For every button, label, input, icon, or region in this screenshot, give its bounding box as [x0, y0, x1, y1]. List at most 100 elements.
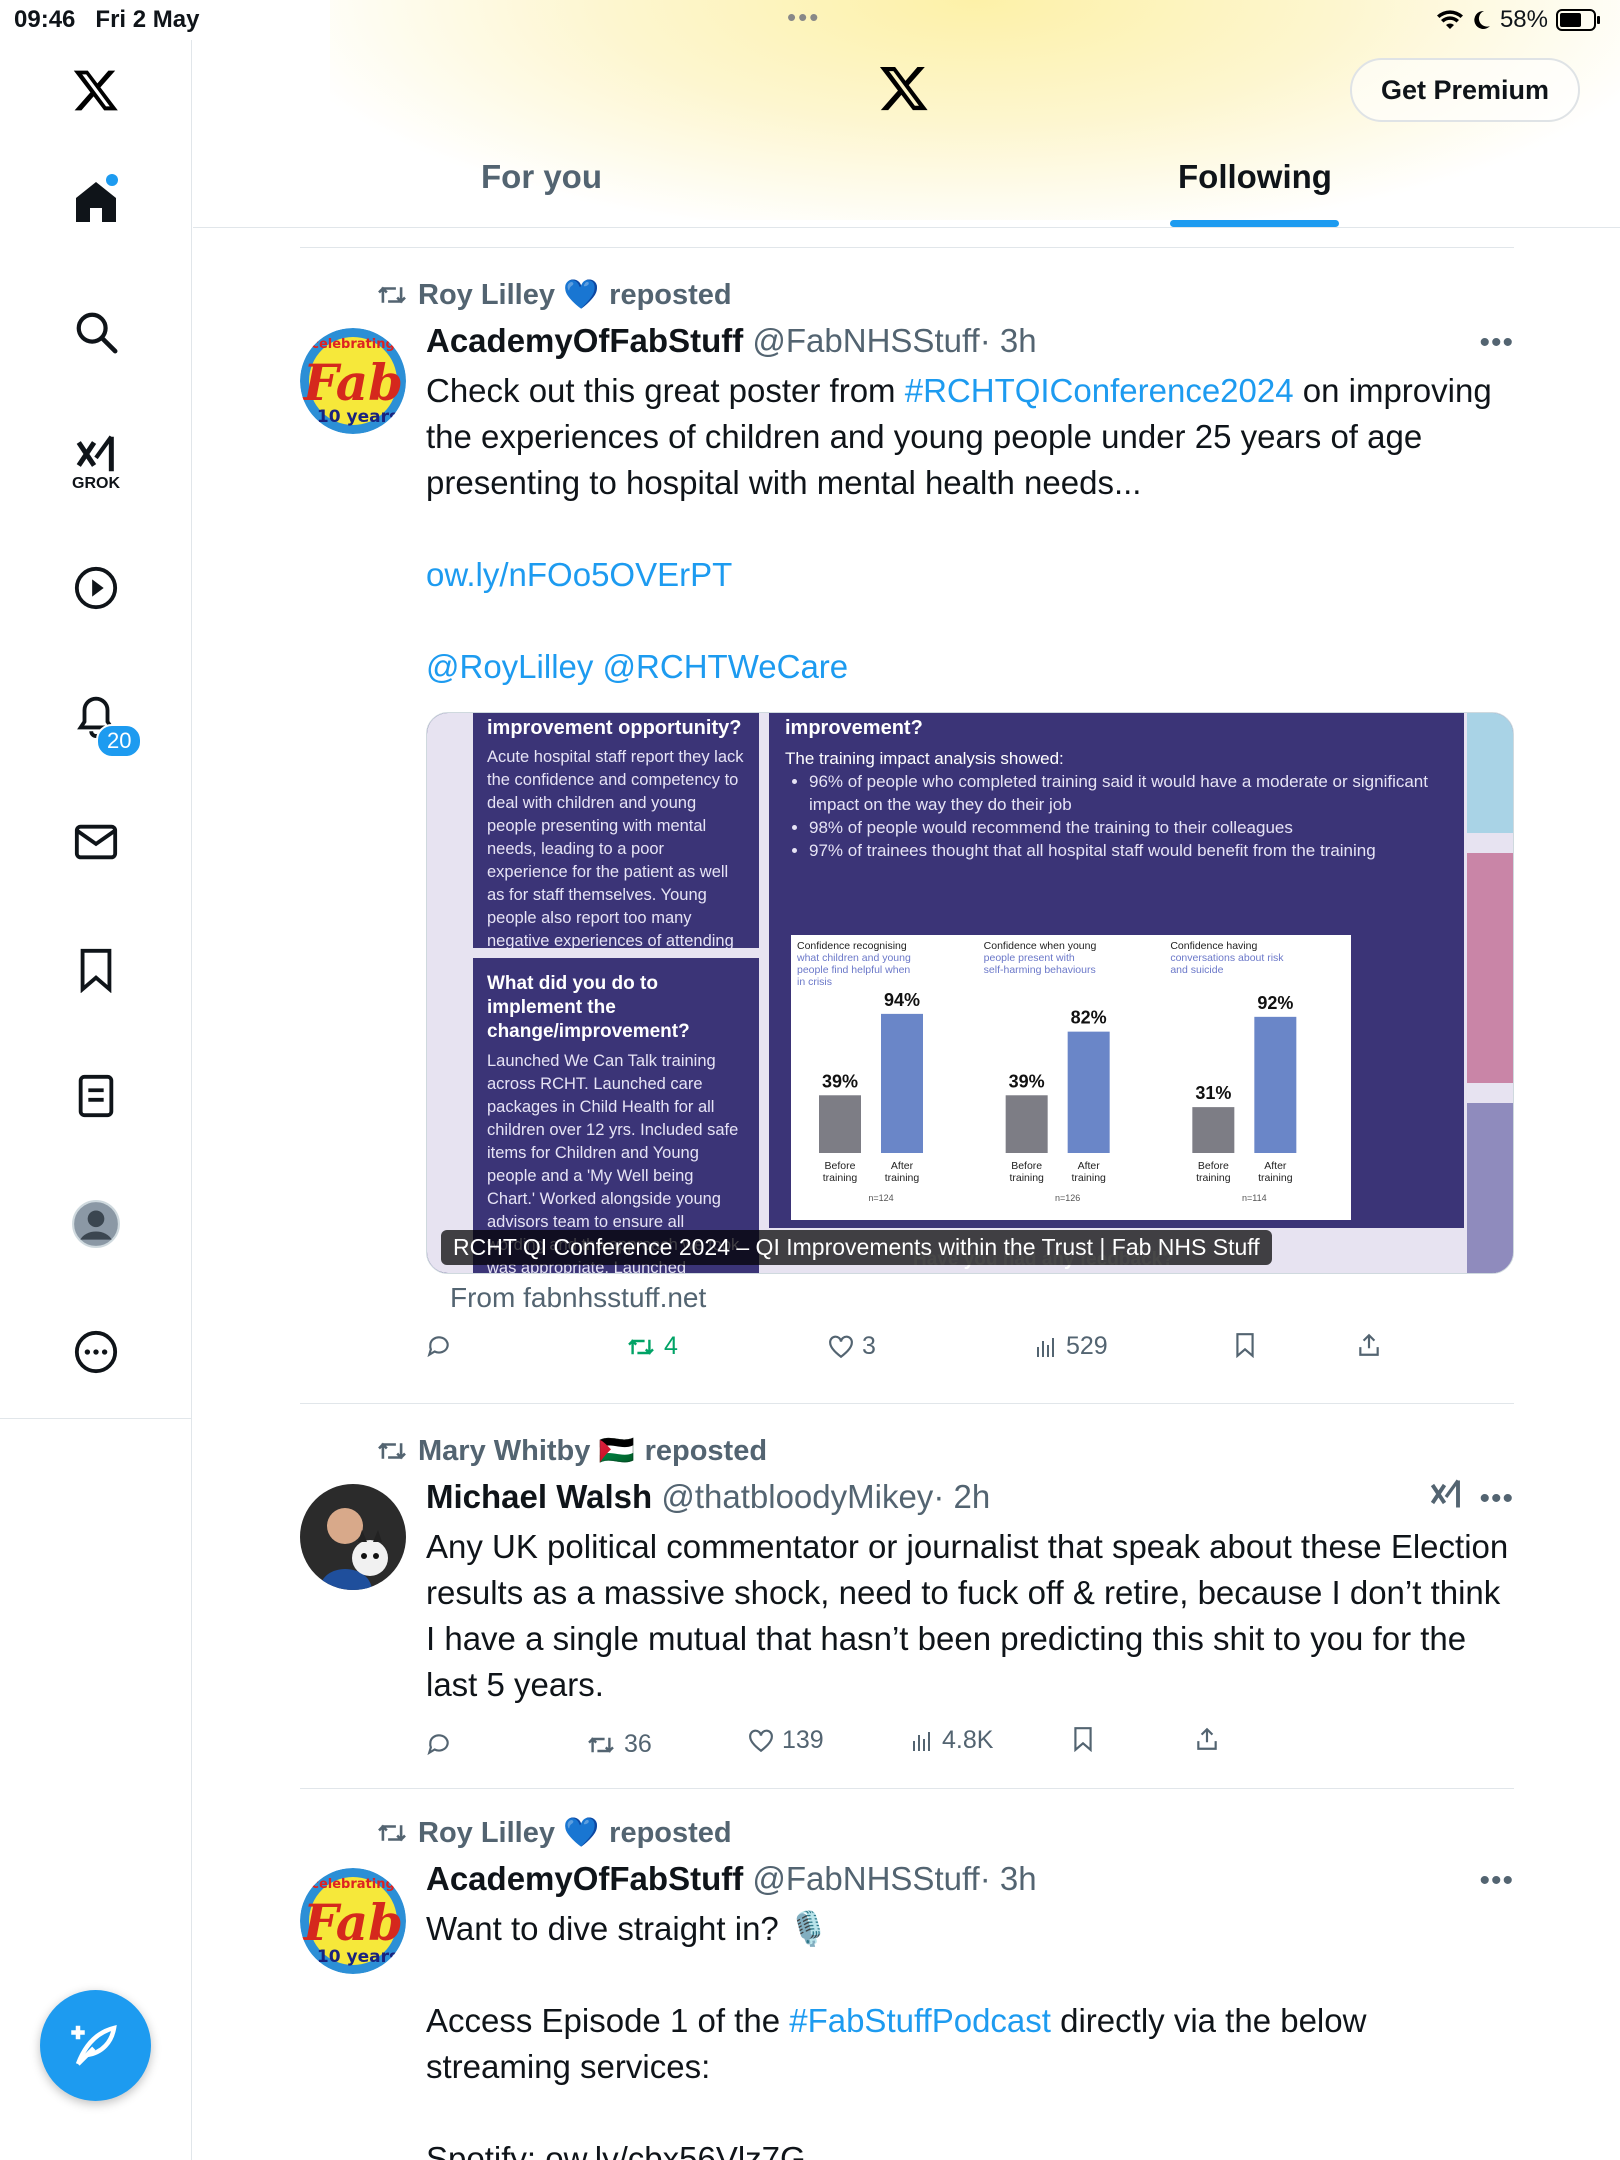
views-chart-icon — [1037, 1337, 1054, 1357]
post-text-part: Access Episode 1 of the — [426, 2002, 790, 2039]
reposter-name[interactable]: Mary Whitby 🇵🇸 — [418, 1434, 635, 1468]
avatar[interactable] — [300, 1484, 406, 1590]
post-text: Check out this great poster from #RCHTQI… — [426, 368, 1514, 506]
reply-button[interactable] — [426, 1730, 452, 1756]
post-text-intro: Want to dive straight in? 🎙️ — [426, 1910, 830, 1947]
view-count: 529 — [1066, 1332, 1108, 1360]
wifi-icon — [1436, 10, 1463, 29]
chart-category-label: training — [1196, 1172, 1231, 1184]
reposted-label: reposted — [609, 278, 732, 311]
share-icon — [1197, 1727, 1217, 1750]
post-academy-poster[interactable]: Roy Lilley 💙 reposted celebrating Fab 10… — [300, 270, 1514, 1400]
chart-category-label: training — [885, 1172, 920, 1184]
post-text-spotify[interactable]: Spotify: ow.ly/cbx56Vlz7G — [426, 2136, 1514, 2160]
views-button[interactable]: 4.8K — [910, 1726, 993, 1755]
chart-category-label: After — [1264, 1160, 1287, 1172]
reply-button[interactable] — [426, 1332, 452, 1358]
chart-value-label: 94% — [884, 990, 920, 1010]
poster-heading: What did you do to implement the change/… — [487, 973, 690, 1042]
chart-bar — [1005, 1095, 1048, 1153]
chart-sample-size: n=114 — [1242, 1193, 1267, 1203]
poster-bullet: 96% of people who completed training sai… — [809, 770, 1448, 816]
chart-value-label: 92% — [1257, 993, 1293, 1013]
repost-icon — [378, 286, 406, 304]
home-icon[interactable] — [58, 164, 134, 240]
author-handle[interactable]: @FabNHSStuff — [752, 1860, 979, 1897]
chart-title-line: people present with — [984, 952, 1075, 964]
chart-title-line: Confidence when young — [984, 940, 1097, 952]
url-text[interactable]: ow.ly/nFOo5OVErPT — [426, 556, 732, 593]
post-actions: 4 3 529 — [426, 1332, 1514, 1372]
repost-icon — [378, 1824, 406, 1842]
messages-envelope-icon[interactable] — [58, 804, 134, 880]
svg-text:10 years: 10 years — [317, 1947, 399, 1967]
poster-bullet: 97% of trainees thought that all hospita… — [809, 839, 1448, 862]
like-button[interactable]: 139 — [748, 1726, 824, 1755]
post-time: · 3h — [979, 322, 1037, 359]
post-mentions[interactable]: @RoyLilley @RCHTWeCare — [426, 644, 1514, 690]
status-bar: 09:46 Fri 2 May ••• 58% — [0, 0, 1620, 40]
like-button[interactable]: 3 — [828, 1332, 876, 1361]
compose-feather-icon — [70, 2024, 117, 2066]
grok-nav[interactable]: GROK — [58, 424, 134, 500]
get-premium-button[interactable]: Get Premium — [1350, 58, 1580, 122]
repost-button[interactable]: 36 — [586, 1730, 652, 1759]
author-name[interactable]: AcademyOfFabStuff — [426, 322, 743, 359]
profile-avatar-icon[interactable] — [58, 1186, 134, 1262]
hashtag-link[interactable]: #RCHTQIConference2024 — [905, 372, 1294, 409]
avatar[interactable]: celebrating Fab 10 years — [300, 328, 406, 434]
repost-button[interactable]: 4 — [626, 1332, 678, 1361]
post-more-icon[interactable]: ••• — [1479, 1482, 1514, 1516]
chart-bar — [1192, 1107, 1235, 1153]
reposter-name[interactable]: Roy Lilley 💙 — [418, 278, 599, 312]
tab-for-you[interactable]: For you — [481, 158, 602, 196]
repost-count: 4 — [664, 1332, 678, 1360]
author-handle[interactable]: @thatbloodyMikey — [661, 1478, 933, 1515]
hashtag-link[interactable]: #FabStuffPodcast — [789, 2002, 1051, 2039]
grok-explain-icon[interactable] — [1428, 1476, 1464, 1521]
bookmark-icon — [1074, 1727, 1092, 1752]
share-button[interactable] — [1194, 1726, 1220, 1752]
video-icon[interactable] — [58, 550, 134, 626]
post-url-link[interactable]: ow.ly/nFOo5OVErPT — [426, 552, 1514, 598]
post-more-icon[interactable]: ••• — [1479, 326, 1514, 360]
more-options-icon[interactable] — [58, 1314, 134, 1390]
reposter-name[interactable]: Roy Lilley 💙 — [418, 1816, 599, 1850]
share-button[interactable] — [1356, 1332, 1382, 1358]
bookmark-icon[interactable] — [58, 932, 134, 1008]
bookmark-button[interactable] — [1234, 1332, 1256, 1358]
link-card-source[interactable]: From fabnhsstuff.net — [450, 1282, 706, 1314]
bookmark-button[interactable] — [1072, 1726, 1094, 1752]
sidebar: GROK 20 — [0, 40, 192, 2160]
poster-stripe — [1467, 1103, 1513, 1273]
search-icon[interactable] — [58, 294, 134, 370]
author-name[interactable]: Michael Walsh — [426, 1478, 652, 1515]
views-button[interactable]: 529 — [1034, 1332, 1108, 1361]
poster-panel-opportunity: improvement opportunity? Acute hospital … — [473, 713, 759, 973]
multitask-dots-icon[interactable]: ••• — [787, 2, 820, 33]
repost-count: 36 — [624, 1730, 652, 1758]
mentions-text[interactable]: @RoyLilley @RCHTWeCare — [426, 648, 848, 685]
chart-value-label: 82% — [1071, 1008, 1107, 1028]
author-name[interactable]: AcademyOfFabStuff — [426, 1860, 743, 1897]
post-text: Any UK political commentator or journali… — [426, 1528, 1509, 1703]
post-more-icon[interactable]: ••• — [1479, 1864, 1514, 1898]
post-michael-walsh[interactable]: Mary Whitby 🇵🇸 reposted Michael Walsh @t… — [300, 1420, 1514, 1780]
avatar[interactable]: celebrating Fab 10 years — [300, 1868, 406, 1974]
reply-icon — [427, 1734, 449, 1756]
svg-text:Fab: Fab — [301, 353, 403, 412]
lists-icon[interactable] — [58, 1058, 134, 1134]
repost-icon — [378, 1442, 406, 1460]
author-handle[interactable]: @FabNHSStuff — [752, 322, 979, 359]
post-academy-podcast[interactable]: Roy Lilley 💙 reposted celebrating Fab 10… — [300, 1806, 1514, 2160]
tab-following[interactable]: Following — [1178, 158, 1332, 196]
chart-title-line: people find helpful when — [797, 964, 910, 976]
link-card-image[interactable]: improvement opportunity? Acute hospital … — [426, 712, 1514, 1274]
timeline-header: Get Premium For you Following — [193, 40, 1620, 228]
svg-text:10 years: 10 years — [317, 407, 399, 427]
chart-category-label: training — [1258, 1172, 1293, 1184]
poster-charts: Confidence recognising what children and … — [791, 935, 1351, 1220]
moon-icon — [1474, 10, 1490, 29]
x-logo-icon[interactable] — [58, 52, 134, 128]
compose-post-button[interactable] — [40, 1990, 151, 2101]
